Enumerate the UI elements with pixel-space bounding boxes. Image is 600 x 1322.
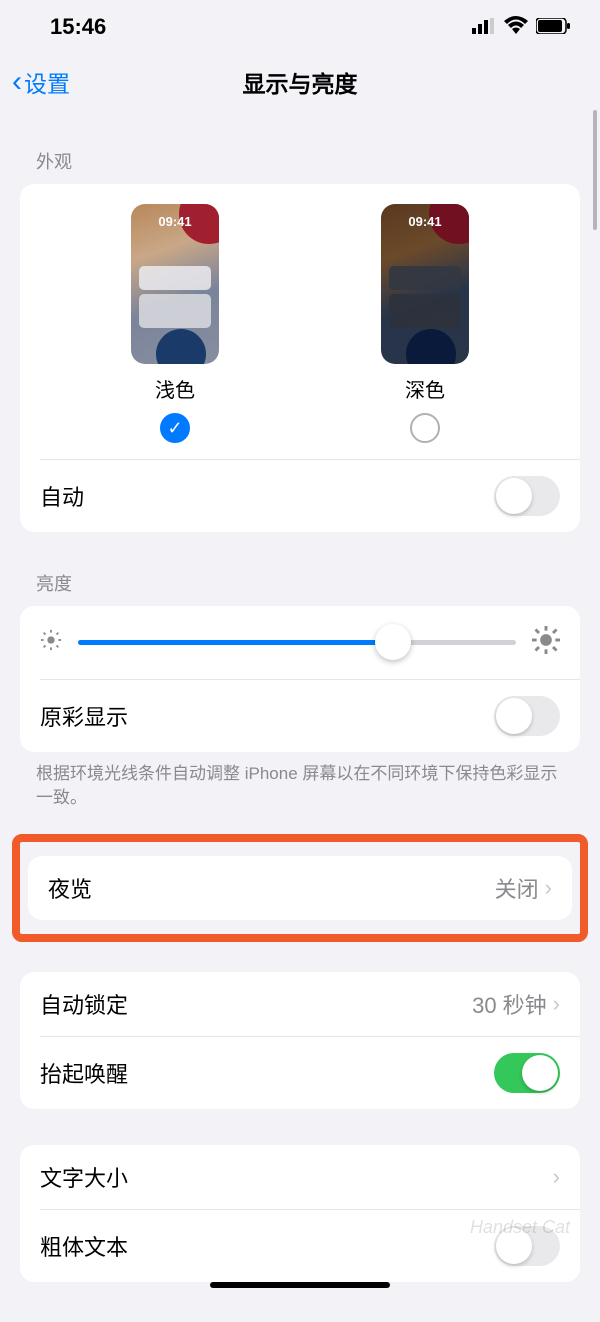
text-group: 文字大小 › 粗体文本: [20, 1145, 580, 1282]
page-title: 显示与亮度: [0, 65, 600, 99]
auto-appearance-row[interactable]: 自动: [20, 460, 580, 532]
chevron-left-icon: ‹: [12, 67, 22, 97]
raise-toggle[interactable]: [494, 1053, 560, 1093]
wifi-icon: [504, 14, 528, 40]
true-tone-label: 原彩显示: [40, 700, 128, 732]
light-preview: 09:41: [131, 204, 219, 364]
back-button[interactable]: ‹ 设置: [12, 65, 70, 99]
status-time: 15:46: [50, 14, 106, 40]
auto-lock-value: 30 秒钟 ›: [472, 988, 560, 1020]
chevron-right-icon: ›: [553, 991, 560, 1017]
dark-label: 深色: [405, 374, 445, 403]
true-tone-toggle[interactable]: [494, 696, 560, 736]
sun-small-icon: [40, 629, 62, 656]
auto-lock-row[interactable]: 自动锁定 30 秒钟 ›: [20, 972, 580, 1036]
appearance-dark-option[interactable]: 09:41 深色: [381, 204, 469, 443]
appearance-light-option[interactable]: 09:41 浅色 ✓: [131, 204, 219, 443]
light-label: 浅色: [155, 374, 195, 403]
status-icons: [472, 14, 570, 40]
nav-bar: ‹ 设置 显示与亮度: [0, 54, 600, 110]
night-shift-value: 关闭 ›: [495, 872, 552, 904]
home-indicator[interactable]: [210, 1282, 390, 1288]
status-bar: 15:46: [0, 0, 600, 54]
battery-icon: [536, 14, 570, 40]
true-tone-footer: 根据环境光线条件自动调整 iPhone 屏幕以在不同环境下保持色彩显示一致。: [0, 752, 600, 810]
cellular-icon: [472, 14, 496, 40]
lock-group: 自动锁定 30 秒钟 › 抬起唤醒: [20, 972, 580, 1109]
dark-preview: 09:41: [381, 204, 469, 364]
brightness-group: 原彩显示: [20, 606, 580, 752]
bold-label: 粗体文本: [40, 1230, 128, 1262]
bold-toggle[interactable]: [494, 1226, 560, 1266]
brightness-slider[interactable]: [78, 640, 516, 645]
light-radio[interactable]: ✓: [160, 413, 190, 443]
dark-radio[interactable]: [410, 413, 440, 443]
true-tone-row[interactable]: 原彩显示: [20, 680, 580, 752]
slider-thumb[interactable]: [375, 624, 411, 660]
night-shift-group: 夜览 关闭 ›: [28, 856, 572, 920]
chevron-right-icon: ›: [545, 875, 552, 901]
night-shift-row[interactable]: 夜览 关闭 ›: [28, 856, 572, 920]
highlight-frame: 夜览 关闭 ›: [12, 834, 588, 942]
auto-label: 自动: [40, 480, 84, 512]
sun-large-icon: [532, 626, 560, 659]
auto-lock-label: 自动锁定: [40, 988, 128, 1020]
brightness-slider-row: [20, 606, 580, 679]
appearance-group: 09:41 浅色 ✓ 09:41 深色 自动: [20, 184, 580, 532]
night-shift-label: 夜览: [48, 872, 92, 904]
scrollbar[interactable]: [593, 110, 597, 230]
raise-to-wake-row[interactable]: 抬起唤醒: [20, 1037, 580, 1109]
auto-toggle[interactable]: [494, 476, 560, 516]
raise-label: 抬起唤醒: [40, 1057, 128, 1089]
text-size-row[interactable]: 文字大小 ›: [20, 1145, 580, 1209]
chevron-right-icon: ›: [553, 1164, 560, 1190]
bold-text-row[interactable]: 粗体文本: [20, 1210, 580, 1282]
appearance-options: 09:41 浅色 ✓ 09:41 深色: [20, 184, 580, 459]
text-size-label: 文字大小: [40, 1161, 128, 1193]
back-label: 设置: [24, 65, 70, 99]
content: 外观 09:41 浅色 ✓ 09:41: [0, 110, 600, 1322]
section-header-appearance: 外观: [0, 110, 600, 184]
section-header-brightness: 亮度: [0, 532, 600, 606]
